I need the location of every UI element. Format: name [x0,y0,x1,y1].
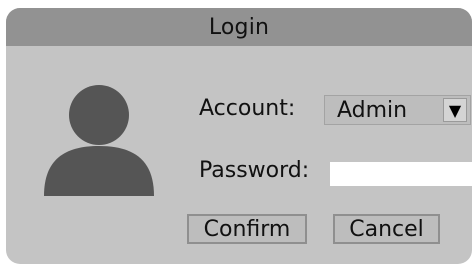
user-avatar-icon [40,78,158,198]
account-select-value: Admin [337,97,408,123]
dialog-title: Login [208,14,270,40]
login-dialog: Login Account: Admin ▼ Password: Confirm… [6,8,472,264]
cancel-button[interactable]: Cancel [333,214,440,244]
account-select[interactable]: Admin ▼ [324,95,471,125]
account-label: Account: [199,96,296,121]
password-field[interactable] [330,162,472,186]
password-label: Password: [199,158,310,183]
dropdown-arrow-icon[interactable]: ▼ [443,98,467,122]
dialog-titlebar: Login [6,8,472,46]
confirm-button[interactable]: Confirm [187,214,307,244]
